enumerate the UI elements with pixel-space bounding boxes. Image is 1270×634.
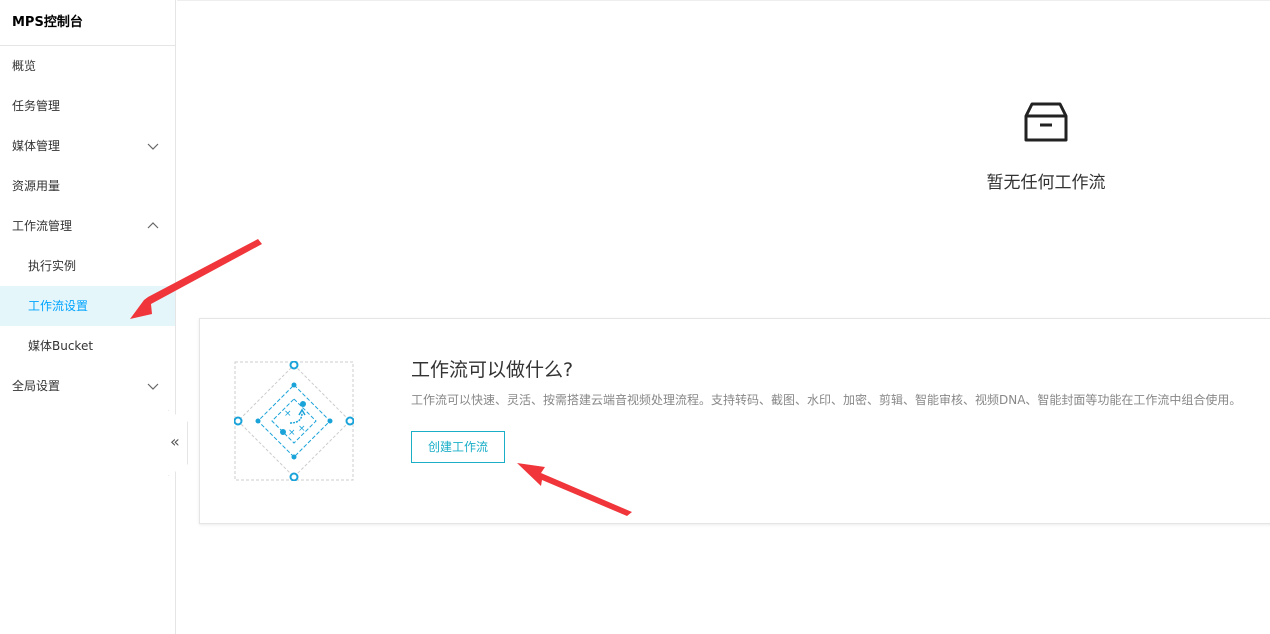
sidebar-item-workflow-settings[interactable]: 工作流设置 <box>0 286 175 326</box>
sidebar-item-label: 任务管理 <box>12 99 61 113</box>
sidebar-item-global-settings[interactable]: 全局设置 <box>0 366 175 406</box>
svg-text:×: × <box>284 409 292 419</box>
console-title: MPS控制台 <box>0 0 175 46</box>
sidebar-item-label: 资源用量 <box>12 179 61 193</box>
empty-state: 暂无任何工作流 <box>946 100 1146 193</box>
sidebar-item-task-management[interactable]: 任务管理 <box>0 86 175 126</box>
svg-text:×: × <box>288 428 296 438</box>
chevron-down-icon <box>147 143 159 150</box>
sidebar-item-workflow-management[interactable]: 工作流管理 <box>0 206 175 246</box>
intro-card-description: 工作流可以快速、灵活、按需搭建云端音视频处理流程。支持转码、截图、水印、加密、剪… <box>411 393 1242 407</box>
sidebar-item-label: 全局设置 <box>12 379 61 393</box>
sidebar-item-label: 媒体管理 <box>12 139 61 153</box>
sidebar-item-media-management[interactable]: 媒体管理 <box>0 126 175 166</box>
chevron-up-icon <box>147 222 159 229</box>
sidebar-item-overview[interactable]: 概览 <box>0 46 175 86</box>
sidebar-item-label: 媒体Bucket <box>28 339 94 353</box>
sidebar: MPS控制台 概览 任务管理 媒体管理 资源用量 工作流管理 执行实例 工作流设… <box>0 0 176 634</box>
archive-box-icon <box>1024 102 1068 142</box>
chevron-down-icon <box>147 383 159 390</box>
sidebar-item-resource-usage[interactable]: 资源用量 <box>0 166 175 206</box>
workflow-intro-card: × × × 工作流可以做什么? 工作流可以快速、灵活、按需搭建云端音视频处理流程… <box>199 318 1270 524</box>
annotation-arrows <box>130 239 632 516</box>
empty-state-text: 暂无任何工作流 <box>986 173 1106 193</box>
workflow-diagram-icon: × × × <box>234 361 354 481</box>
svg-text:×: × <box>298 424 306 434</box>
sidebar-item-media-bucket[interactable]: 媒体Bucket <box>0 326 175 366</box>
double-chevron-left-icon[interactable]: « <box>170 432 180 451</box>
sidebar-item-label: 工作流管理 <box>12 219 73 233</box>
sidebar-item-execution-instances[interactable]: 执行实例 <box>0 246 175 286</box>
header-divider <box>177 0 1270 1</box>
sidebar-item-label: 概览 <box>12 59 37 73</box>
sidebar-item-label: 执行实例 <box>28 259 77 273</box>
intro-card-title: 工作流可以做什么? <box>411 359 574 381</box>
sidebar-item-label: 工作流设置 <box>28 299 89 313</box>
create-workflow-button[interactable]: 创建工作流 <box>411 431 505 463</box>
